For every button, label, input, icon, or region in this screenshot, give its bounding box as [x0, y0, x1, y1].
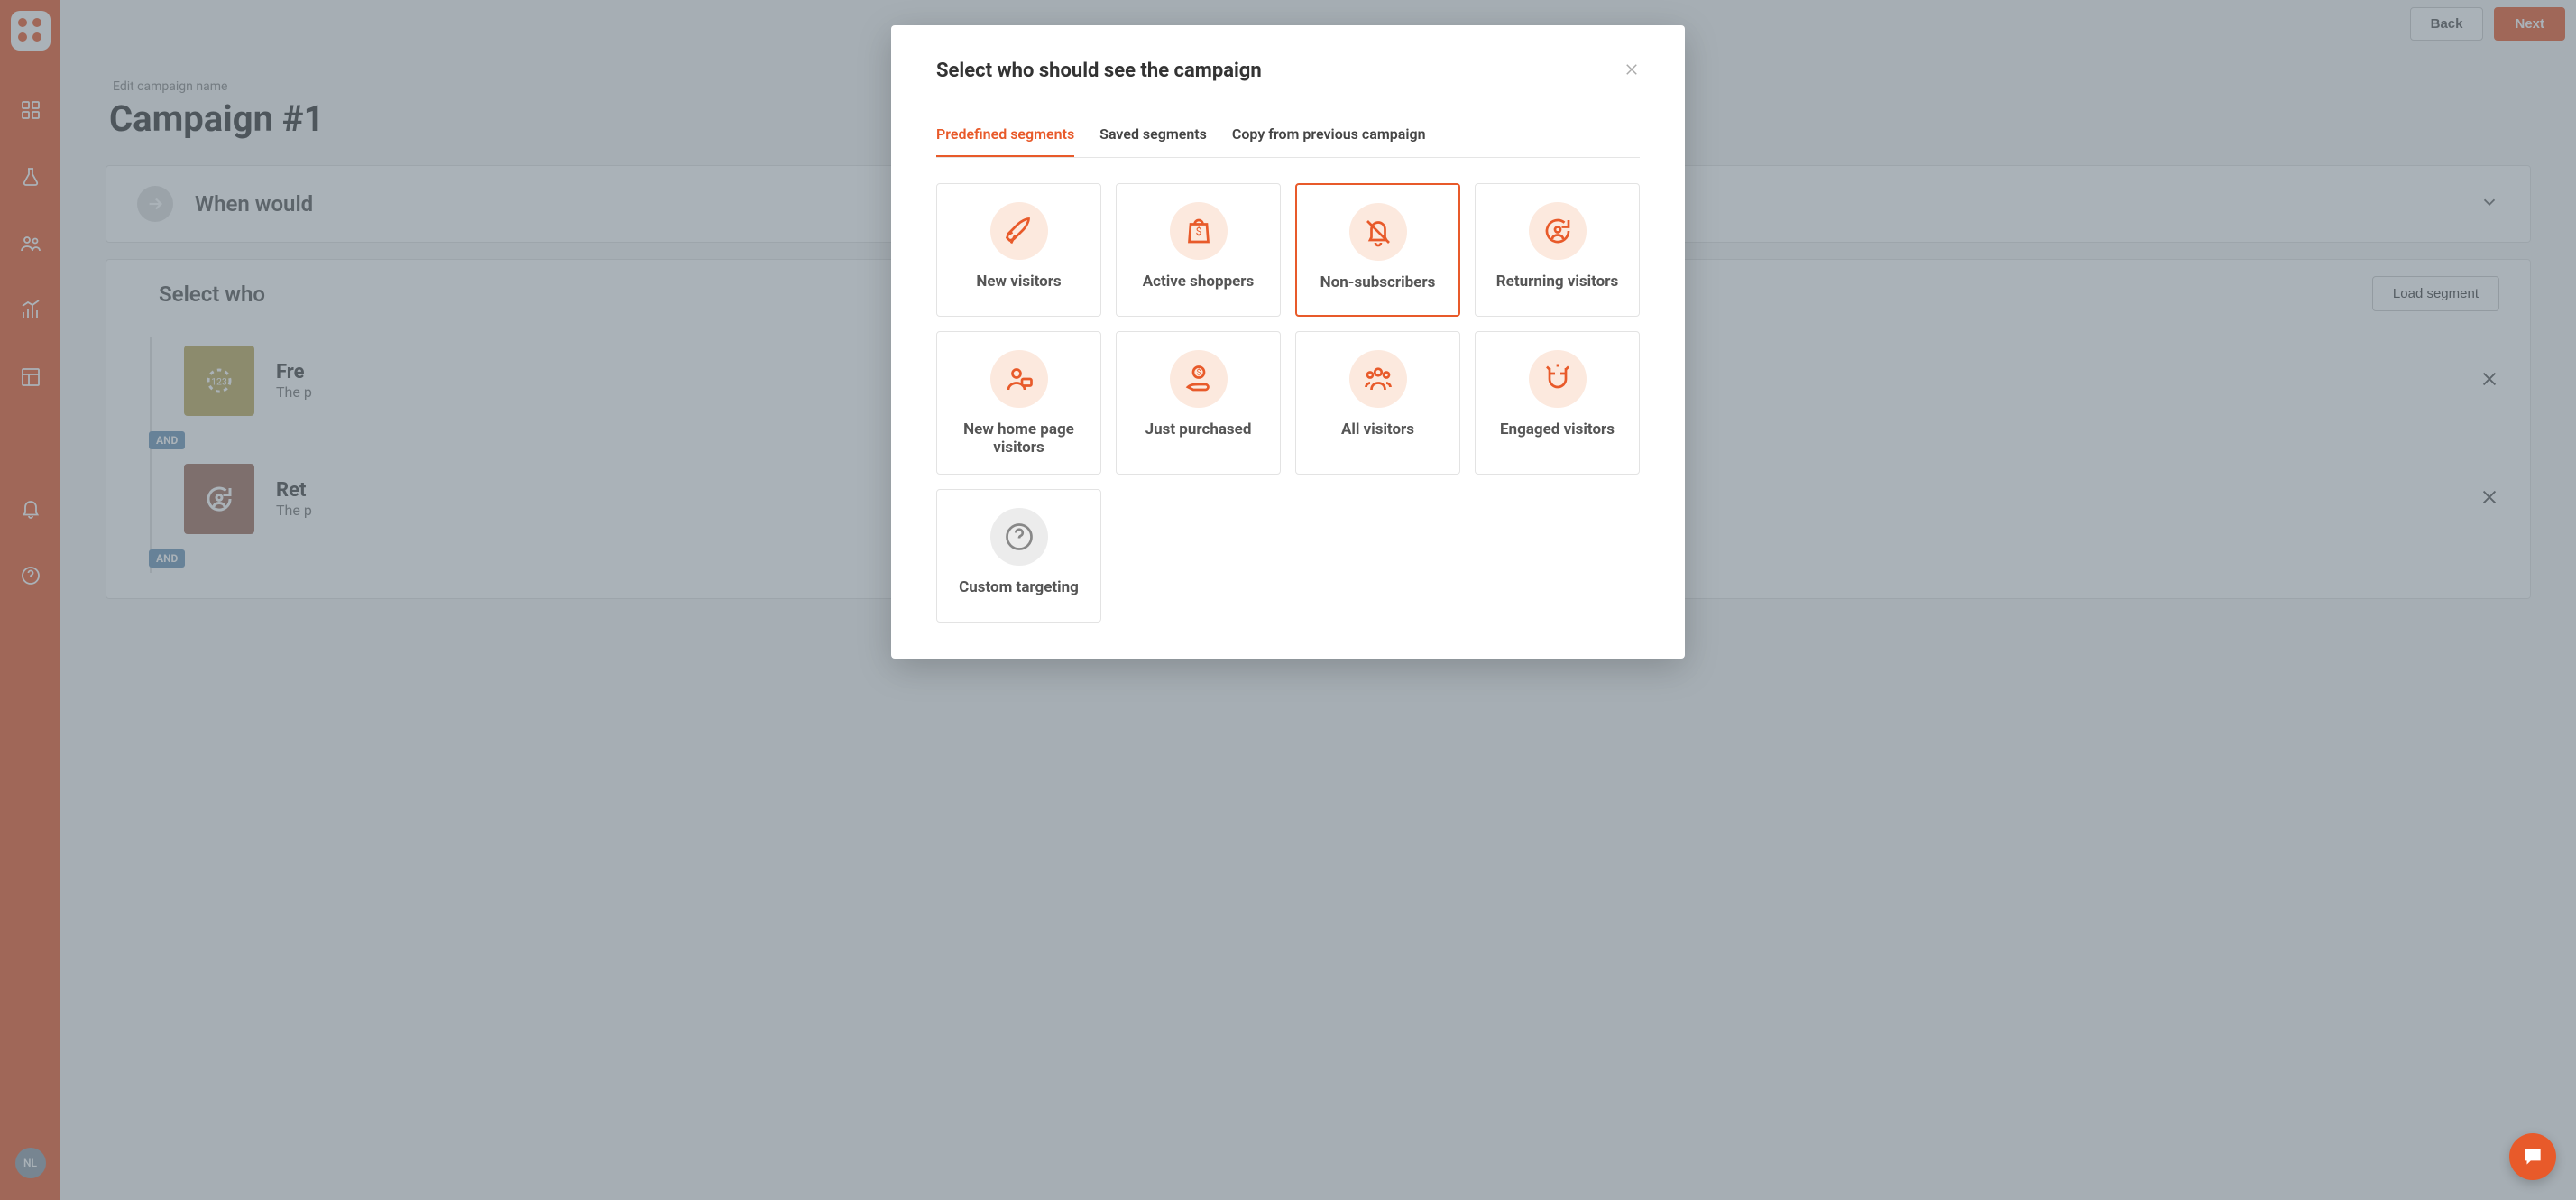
card-returning-visitors[interactable]: Returning visitors [1475, 183, 1640, 317]
intercom-launcher[interactable] [2509, 1133, 2556, 1180]
segment-tabs: Predefined segments Saved segments Copy … [936, 115, 1640, 158]
returning-user-icon [1541, 215, 1574, 247]
shopping-bag-icon: $ [1182, 215, 1215, 247]
card-new-visitors[interactable]: New visitors [936, 183, 1101, 317]
card-label: Engaged visitors [1500, 420, 1615, 438]
user-chat-icon [1003, 363, 1035, 395]
card-label: New home page visitors [946, 420, 1091, 457]
card-label: Non-subscribers [1320, 273, 1436, 291]
close-icon [1624, 61, 1640, 78]
tab-predefined-segments[interactable]: Predefined segments [936, 115, 1074, 157]
bell-off-icon [1362, 216, 1394, 248]
modal-title: Select who should see the campaign [936, 60, 1262, 82]
tab-copy-previous[interactable]: Copy from previous campaign [1232, 115, 1426, 157]
rocket-icon [1003, 215, 1035, 247]
hand-coin-icon: $ [1182, 363, 1215, 395]
svg-text:$: $ [1195, 226, 1201, 238]
question-icon [1003, 521, 1035, 553]
card-label: Just purchased [1145, 420, 1252, 438]
chat-icon [2521, 1145, 2544, 1168]
card-label: Active shoppers [1143, 272, 1255, 291]
card-custom-targeting[interactable]: Custom targeting [936, 489, 1101, 623]
card-active-shoppers[interactable]: $ Active shoppers [1116, 183, 1281, 317]
card-all-visitors[interactable]: All visitors [1295, 331, 1460, 475]
card-non-subscribers[interactable]: Non-subscribers [1295, 183, 1460, 317]
card-engaged-visitors[interactable]: Engaged visitors [1475, 331, 1640, 475]
magnet-icon [1541, 363, 1574, 395]
card-new-home-page-visitors[interactable]: New home page visitors [936, 331, 1101, 475]
card-label: Returning visitors [1496, 272, 1619, 291]
segment-cards-grid: New visitors $ Active shoppers Non-subsc… [936, 183, 1640, 623]
card-label: New visitors [976, 272, 1061, 291]
group-icon [1362, 363, 1394, 395]
tab-saved-segments[interactable]: Saved segments [1099, 115, 1207, 157]
select-segment-modal: Select who should see the campaign Prede… [891, 25, 1685, 659]
svg-text:$: $ [1196, 368, 1201, 378]
card-label: All visitors [1341, 420, 1414, 438]
close-modal-button[interactable] [1624, 61, 1640, 81]
card-label: Custom targeting [959, 578, 1079, 596]
card-just-purchased[interactable]: $ Just purchased [1116, 331, 1281, 475]
